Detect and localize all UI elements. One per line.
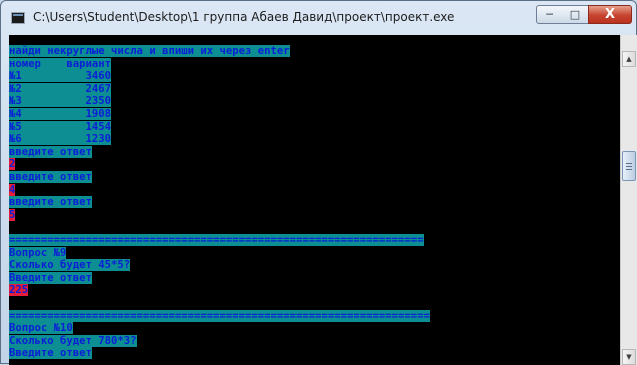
vertical-scrollbar[interactable]: ▲ ▼ — [620, 35, 637, 365]
console-line: №5 1454 — [9, 120, 112, 133]
console-line: 225 — [9, 284, 29, 297]
answer-input-text: 2 — [9, 158, 16, 171]
console-text: номер вариант — [9, 57, 112, 70]
console-line: 5 — [9, 208, 16, 221]
console-text: №2 2467 — [9, 82, 112, 95]
console-line: Вопрос №9 — [9, 246, 67, 259]
scroll-down-arrow-icon[interactable]: ▼ — [622, 349, 636, 365]
console-line: Вопрос №10 — [9, 322, 73, 335]
console-line: номер вариант — [9, 57, 112, 70]
console-line: Введите ответ — [9, 347, 92, 360]
close-button[interactable]: X — [588, 5, 632, 24]
console-text: №6 1230 — [9, 133, 112, 146]
title-bar[interactable]: C:\Users\Student\Desktop\1 группа Абаев … — [1, 1, 636, 35]
console-line: введите ответ — [9, 145, 92, 158]
answer-input-text: 5 — [9, 208, 16, 221]
console-output[interactable]: найди некруглые числа и впиши их через e… — [9, 35, 620, 365]
console-text: Вопрос №9 — [9, 246, 67, 259]
console-line: Сколько будет 780*3? — [9, 334, 137, 347]
window-title: C:\Users\Student\Desktop\1 группа Абаев … — [33, 10, 455, 24]
console-line: ========================================… — [9, 234, 424, 246]
console-text: введите ответ — [9, 196, 92, 209]
console-text: ========================================… — [9, 309, 430, 322]
console-line: Сколько будет 45*5? — [9, 259, 131, 272]
minimize-button[interactable]: ─ — [536, 5, 563, 24]
console-line: №6 1230 — [9, 133, 112, 146]
console-text: №5 1454 — [9, 120, 112, 133]
console-line: найди некруглые числа и впиши их через e… — [9, 45, 290, 57]
console-line: введите ответ — [9, 171, 92, 183]
scroll-thumb[interactable] — [622, 151, 636, 181]
console-text: Вопрос №10 — [9, 322, 73, 335]
console-line: №4 1908 — [9, 108, 112, 120]
console-line: №2 2467 — [9, 82, 112, 95]
console-text: Введите ответ — [9, 271, 92, 284]
console-text: Сколько будет 45*5? — [9, 259, 131, 272]
maximize-button[interactable]: □ — [562, 5, 589, 24]
grip-icon — [626, 162, 632, 170]
console-text: найди некруглые числа и впиши их через e… — [9, 45, 290, 57]
console-line: 4 — [9, 183, 16, 196]
console-text: введите ответ — [9, 145, 92, 158]
console-line: №3 2350 — [9, 95, 112, 108]
console-app-icon[interactable] — [11, 12, 25, 24]
console-text: Сколько будет 780*3? — [9, 334, 137, 347]
console-line: 2 — [9, 158, 16, 171]
console-line: Введите ответ — [9, 271, 92, 284]
console-text: №4 1908 — [9, 108, 112, 120]
console-text: ========================================… — [9, 234, 424, 246]
console-text: №1 3460 — [9, 70, 112, 83]
console-line: введите ответ — [9, 196, 92, 209]
console-text: №3 2350 — [9, 95, 112, 108]
answer-input-text: 225 — [9, 284, 29, 297]
console-line: №1 3460 — [9, 70, 112, 83]
console-window: C:\Users\Student\Desktop\1 группа Абаев … — [0, 0, 637, 365]
answer-input-text: 4 — [9, 183, 16, 196]
console-line: ========================================… — [9, 309, 430, 322]
scroll-up-arrow-icon[interactable]: ▲ — [622, 51, 636, 67]
console-text: введите ответ — [9, 171, 92, 183]
console-text: Введите ответ — [9, 347, 92, 360]
